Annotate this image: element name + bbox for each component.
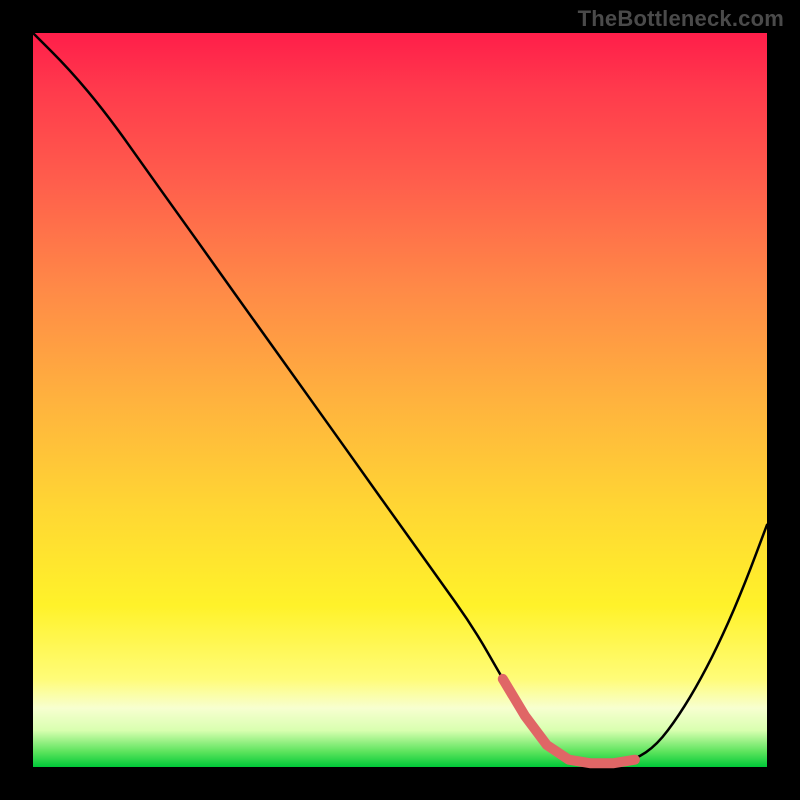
chart-frame: TheBottleneck.com (0, 0, 800, 800)
watermark-text: TheBottleneck.com (578, 6, 784, 32)
plot-area (33, 33, 767, 767)
